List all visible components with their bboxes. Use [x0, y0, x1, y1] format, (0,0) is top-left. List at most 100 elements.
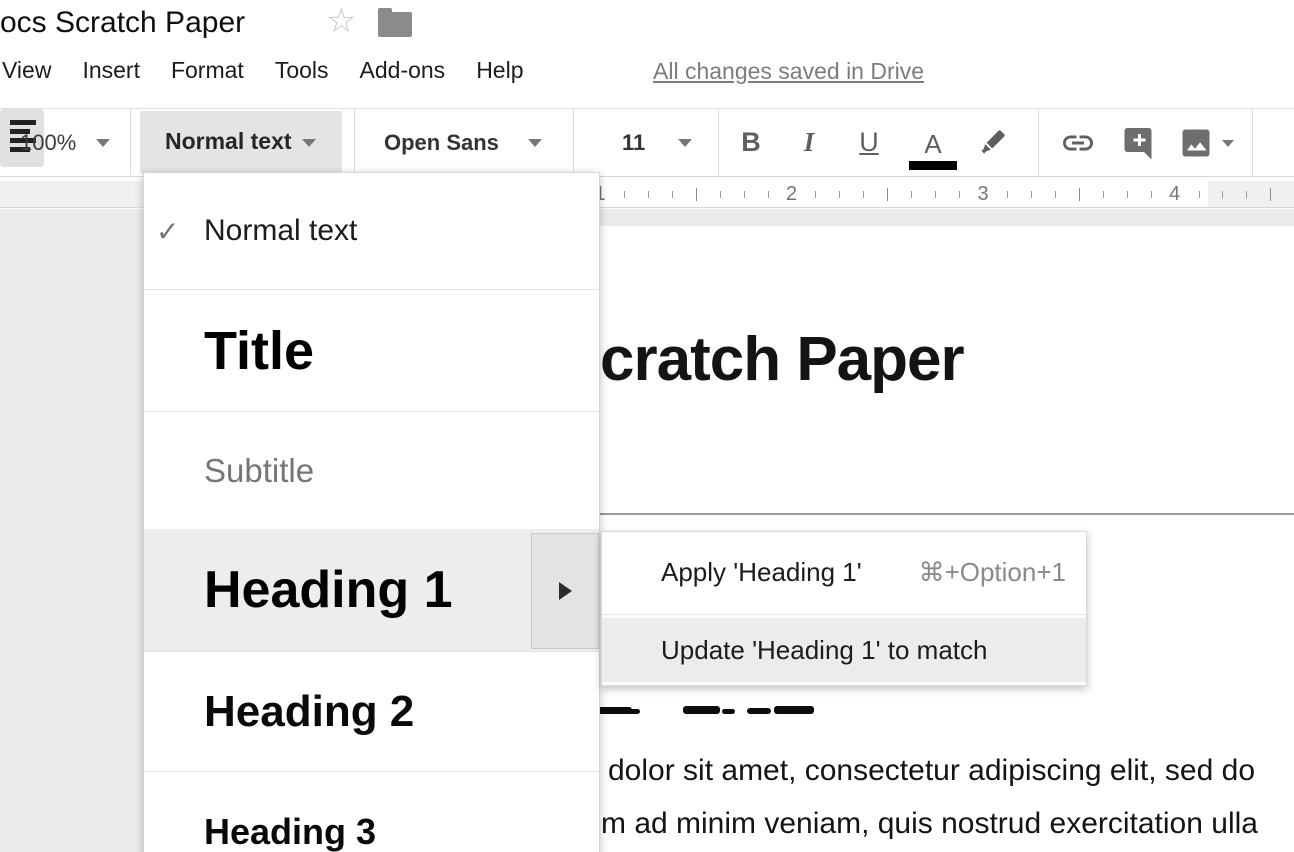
style-item-heading-2[interactable]: Heading 2 — [144, 652, 599, 771]
ruler-tick — [1079, 188, 1080, 201]
clipped-heading-fragment — [774, 706, 814, 714]
styles-value: Normal text — [165, 128, 292, 155]
ruler-tick — [1151, 191, 1152, 198]
insert-comment-button[interactable] — [1112, 109, 1164, 176]
menu-tools[interactable]: Tools — [275, 57, 329, 84]
doc-heading-title: cratch Paper — [600, 324, 964, 395]
styles-caret-icon — [302, 139, 316, 147]
ruler-tick — [1103, 191, 1104, 198]
font-caret-icon — [528, 139, 542, 147]
comment-plus-icon — [1120, 125, 1156, 161]
menu-divider — [602, 614, 1086, 615]
save-status-link[interactable]: All changes saved in Drive — [653, 58, 924, 85]
ruler-tick — [744, 191, 745, 198]
ruler-tick — [1031, 191, 1032, 198]
style-item-subtitle[interactable]: Subtitle — [144, 412, 599, 529]
ruler-tick — [1127, 191, 1128, 198]
star-icon[interactable]: ☆ — [326, 2, 356, 40]
style-item-label: Title — [204, 320, 314, 382]
ruler-tick — [1199, 191, 1200, 198]
body-text-line: dolor sit amet, consectetur adipiscing e… — [608, 754, 1255, 788]
bold-button[interactable]: B — [733, 109, 769, 176]
insert-link-button[interactable] — [1052, 109, 1104, 176]
heading-1-submenu: Apply 'Heading 1' ⌘+Option+1 Update 'Hea… — [601, 531, 1087, 686]
font-size-value: 11 — [622, 130, 645, 156]
keyboard-shortcut: ⌘+Option+1 — [919, 557, 1066, 588]
toolbar-separator — [1038, 109, 1039, 176]
toolbar-separator — [1252, 109, 1253, 176]
style-item-label: Heading 2 — [204, 687, 414, 737]
body-text-line: m ad minim veniam, quis nostrud exercita… — [601, 807, 1258, 841]
clipped-heading-fragment — [598, 707, 632, 714]
submenu-item-update[interactable]: Update 'Heading 1' to match — [602, 618, 1086, 682]
highlight-color-button[interactable] — [968, 109, 1016, 176]
ruler-tick — [959, 191, 960, 198]
font-select[interactable]: Open Sans — [384, 109, 499, 176]
menu-addons[interactable]: Add-ons — [360, 57, 446, 84]
submenu-item-label: Apply 'Heading 1' — [661, 557, 862, 588]
folder-icon[interactable] — [378, 12, 412, 37]
toolbar-separator — [354, 109, 355, 176]
zoom-caret-icon — [96, 139, 110, 147]
ruler-tick — [863, 191, 864, 198]
document-title[interactable]: ocs Scratch Paper — [0, 6, 245, 40]
ruler-tick — [815, 191, 816, 198]
style-item-label: Heading 1 — [204, 560, 453, 620]
underline-button[interactable]: U — [849, 109, 889, 176]
style-item-label: Normal text — [204, 214, 357, 248]
italic-button[interactable]: I — [791, 109, 827, 176]
ruler-tick — [1007, 191, 1008, 198]
paragraph-styles-select[interactable]: Normal text — [140, 111, 342, 173]
menu-help[interactable]: Help — [476, 57, 523, 84]
clipped-heading-fragment — [722, 709, 735, 714]
ruler-tick — [1246, 191, 1247, 198]
style-item-label: Heading 3 — [204, 811, 376, 852]
paragraph-styles-menu: ✓ Normal text Title Subtitle Heading 1 H… — [143, 172, 600, 852]
ruler-tick — [1270, 188, 1271, 201]
ruler-tick — [1055, 191, 1056, 198]
ruler-tick — [696, 188, 697, 201]
ruler-tick — [911, 191, 912, 198]
style-item-title[interactable]: Title — [144, 290, 599, 411]
ruler-tick — [1222, 191, 1223, 198]
text-color-swatch — [909, 161, 957, 170]
submenu-item-apply[interactable]: Apply 'Heading 1' ⌘+Option+1 — [602, 532, 1086, 613]
text-color-letter: A — [924, 129, 941, 160]
menu-bar: View Insert Format Tools Add-ons Help — [2, 57, 524, 84]
image-icon — [1178, 125, 1214, 161]
text-color-button[interactable]: A — [907, 109, 959, 176]
style-item-heading-3[interactable]: Heading 3 — [144, 772, 599, 852]
ruler-tick — [624, 191, 625, 198]
check-icon: ✓ — [156, 215, 179, 248]
toolbar-separator — [718, 109, 719, 176]
clipped-heading-fragment — [747, 708, 771, 714]
insert-image-button[interactable] — [1170, 109, 1222, 176]
clipped-heading-fragment — [628, 709, 640, 714]
ruler-number: 3 — [977, 183, 988, 206]
ruler-tick — [672, 191, 673, 198]
toolbar-separator — [573, 109, 574, 176]
ruler-tick — [720, 191, 721, 198]
ruler-tick — [887, 188, 888, 201]
font-size-caret-icon — [678, 139, 692, 147]
submenu-item-label: Update 'Heading 1' to match — [661, 635, 987, 666]
menu-format[interactable]: Format — [171, 57, 244, 84]
ruler-tick — [839, 191, 840, 198]
zoom-select[interactable]: 100% — [20, 109, 76, 176]
menu-insert[interactable]: Insert — [82, 57, 140, 84]
clipped-heading-fragment — [683, 706, 720, 714]
toolbar-separator — [130, 109, 131, 176]
ruler-number: 4 — [1169, 183, 1180, 206]
menu-view[interactable]: View — [2, 57, 51, 84]
ruler-number: 2 — [786, 183, 797, 206]
font-value: Open Sans — [384, 130, 499, 156]
image-caret-icon — [1222, 140, 1234, 147]
ruler-tick — [935, 191, 936, 198]
font-size-select[interactable]: 11 — [622, 109, 645, 176]
style-item-normal-text[interactable]: ✓ Normal text — [144, 173, 599, 289]
toolbar: 100% Normal text Open Sans 11 B I U A — [0, 108, 1294, 177]
heading-1-submenu-button[interactable] — [531, 533, 599, 649]
ruler-tick — [768, 191, 769, 198]
submenu-arrow-icon — [559, 582, 572, 600]
ruler-tick — [648, 191, 649, 198]
